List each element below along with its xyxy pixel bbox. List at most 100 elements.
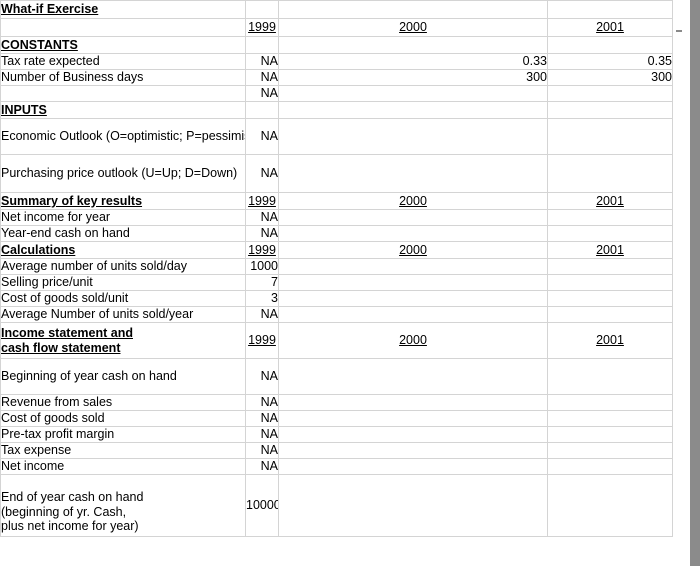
cell-business-days-2001[interactable]: 300: [547, 69, 673, 86]
cell-constants-2000[interactable]: [278, 36, 548, 54]
row-label-business-days[interactable]: Number of Business days: [0, 69, 246, 86]
row-label-units-per-day[interactable]: Average number of units sold/day: [0, 258, 246, 275]
row-label-purchasing-outlook[interactable]: Purchasing price outlook (U=Up; D=Down): [0, 154, 246, 193]
cell-net-income-for-year-2001[interactable]: [547, 209, 673, 226]
cell-pretax-margin-1999[interactable]: NA: [245, 426, 279, 443]
cell-blank-constant-1999[interactable]: NA: [245, 85, 279, 102]
cell-pretax-margin-2000[interactable]: [278, 426, 548, 443]
cell-cogs-1999[interactable]: NA: [245, 410, 279, 427]
cell-economic-outlook-2001[interactable]: [547, 118, 673, 155]
section-header-constants-cell[interactable]: CONSTANTS: [0, 36, 246, 54]
vertical-scrollbar[interactable]: [690, 0, 700, 566]
row-label-cogs[interactable]: Cost of goods sold: [0, 410, 246, 427]
cell-income-statement-2000[interactable]: 2000: [278, 322, 548, 359]
cell-purchasing-outlook-2000[interactable]: [278, 154, 548, 193]
cell-net-income-2001[interactable]: [547, 458, 673, 475]
cell-title-2001[interactable]: [547, 0, 673, 19]
column-header-1999[interactable]: 1999: [245, 18, 279, 37]
cell-revenue-1999[interactable]: NA: [245, 394, 279, 411]
cell-tax-rate-1999[interactable]: NA: [245, 53, 279, 70]
cell-units-per-day-2001[interactable]: [547, 258, 673, 275]
section-header-calculations-cell[interactable]: Calculations: [0, 241, 246, 259]
row-label-end-cash[interactable]: End of year cash on hand (beginning of y…: [0, 474, 246, 537]
column-header-2000[interactable]: 2000: [278, 18, 548, 37]
cell-economic-outlook-2000[interactable]: [278, 118, 548, 155]
cell-constants-1999[interactable]: [245, 36, 279, 54]
page-title-cell[interactable]: What-if Exercise: [0, 0, 246, 19]
cell-cogs-unit-2001[interactable]: [547, 290, 673, 307]
cell-selling-price-1999[interactable]: 7: [245, 274, 279, 291]
row-label-tax-rate[interactable]: Tax rate expected: [0, 53, 246, 70]
cell-constants-2001[interactable]: [547, 36, 673, 54]
cell-calculations-2000[interactable]: 2000: [278, 241, 548, 259]
cell-revenue-2000[interactable]: [278, 394, 548, 411]
cell-selling-price-2001[interactable]: [547, 274, 673, 291]
cell-net-income-for-year-2000[interactable]: [278, 209, 548, 226]
row-label-year-end-cash[interactable]: Year-end cash on hand: [0, 225, 246, 242]
cell-tax-expense-2001[interactable]: [547, 442, 673, 459]
row-label-pretax-margin[interactable]: Pre-tax profit margin: [0, 426, 246, 443]
cell-beginning-cash-2000[interactable]: [278, 358, 548, 395]
cell-cogs-unit-1999[interactable]: 3: [245, 290, 279, 307]
cell-tax-rate-2001[interactable]: 0.35: [547, 53, 673, 70]
cell-title-2000[interactable]: [278, 0, 548, 19]
cell-selling-price-2000[interactable]: [278, 274, 548, 291]
row-label-cogs-unit[interactable]: Cost of goods sold/unit: [0, 290, 246, 307]
cell-inputs-2000[interactable]: [278, 101, 548, 119]
cell-income-statement-2001[interactable]: 2001: [547, 322, 673, 359]
row-label-economic-outlook[interactable]: Economic Outlook (O=optimistic; P=pessim…: [0, 118, 246, 155]
cell-purchasing-outlook-2001[interactable]: [547, 154, 673, 193]
cell-blank-constant-2000[interactable]: [278, 85, 548, 102]
section-header-income-statement-cell[interactable]: Income statement and cash flow statement: [0, 322, 246, 359]
cell-title-1999[interactable]: [245, 0, 279, 19]
cell-cogs-2001[interactable]: [547, 410, 673, 427]
cell-summary-1999[interactable]: 1999: [245, 192, 279, 210]
cell-business-days-1999[interactable]: NA: [245, 69, 279, 86]
cell-calculations-1999[interactable]: 1999: [245, 241, 279, 259]
cell-units-per-year-2000[interactable]: [278, 306, 548, 323]
cell-cogs-unit-2000[interactable]: [278, 290, 548, 307]
row-label-revenue[interactable]: Revenue from sales: [0, 394, 246, 411]
cell-net-income-for-year-1999[interactable]: NA: [245, 209, 279, 226]
cell-tax-expense-1999[interactable]: NA: [245, 442, 279, 459]
cell-revenue-2001[interactable]: [547, 394, 673, 411]
cell-end-cash-2000[interactable]: [278, 474, 548, 537]
cell-year-end-cash-2001[interactable]: [547, 225, 673, 242]
cell-income-statement-1999[interactable]: 1999: [245, 322, 279, 359]
section-header-inputs-cell[interactable]: INPUTS: [0, 101, 246, 119]
cell-blank-constant-2001[interactable]: [547, 85, 673, 102]
cell-inputs-1999[interactable]: [245, 101, 279, 119]
cell-summary-2001[interactable]: 2001: [547, 192, 673, 210]
cell-summary-2000[interactable]: 2000: [278, 192, 548, 210]
cell-units-per-day-1999[interactable]: 1000: [245, 258, 279, 275]
cell-economic-outlook-1999[interactable]: NA: [245, 118, 279, 155]
row-label-selling-price[interactable]: Selling price/unit: [0, 274, 246, 291]
cell-beginning-cash-2001[interactable]: [547, 358, 673, 395]
cell-cogs-2000[interactable]: [278, 410, 548, 427]
cell-tax-rate-2000[interactable]: 0.33: [278, 53, 548, 70]
cell-end-cash-2001[interactable]: [547, 474, 673, 537]
cell-net-income-2000[interactable]: [278, 458, 548, 475]
cell-beginning-cash-1999[interactable]: NA: [245, 358, 279, 395]
row-label-tax-expense[interactable]: Tax expense: [0, 442, 246, 459]
cell-units-per-year-1999[interactable]: NA: [245, 306, 279, 323]
column-header-2001[interactable]: 2001: [547, 18, 673, 37]
cell-year-end-cash-1999[interactable]: NA: [245, 225, 279, 242]
cell-business-days-2000[interactable]: 300: [278, 69, 548, 86]
cell-purchasing-outlook-1999[interactable]: NA: [245, 154, 279, 193]
cell-yearheader-label[interactable]: [0, 18, 246, 37]
cell-year-end-cash-2000[interactable]: [278, 225, 548, 242]
row-label-blank-constant[interactable]: [0, 85, 246, 102]
row-label-net-income-for-year[interactable]: Net income for year: [0, 209, 246, 226]
cell-pretax-margin-2001[interactable]: [547, 426, 673, 443]
cell-calculations-2001[interactable]: 2001: [547, 241, 673, 259]
section-header-summary-cell[interactable]: Summary of key results: [0, 192, 246, 210]
row-label-units-per-year[interactable]: Average Number of units sold/year: [0, 306, 246, 323]
cell-end-cash-1999[interactable]: 10000: [245, 474, 279, 537]
cell-inputs-2001[interactable]: [547, 101, 673, 119]
cell-net-income-1999[interactable]: NA: [245, 458, 279, 475]
cell-units-per-day-2000[interactable]: [278, 258, 548, 275]
cell-tax-expense-2000[interactable]: [278, 442, 548, 459]
cell-units-per-year-2001[interactable]: [547, 306, 673, 323]
row-label-net-income[interactable]: Net income: [0, 458, 246, 475]
